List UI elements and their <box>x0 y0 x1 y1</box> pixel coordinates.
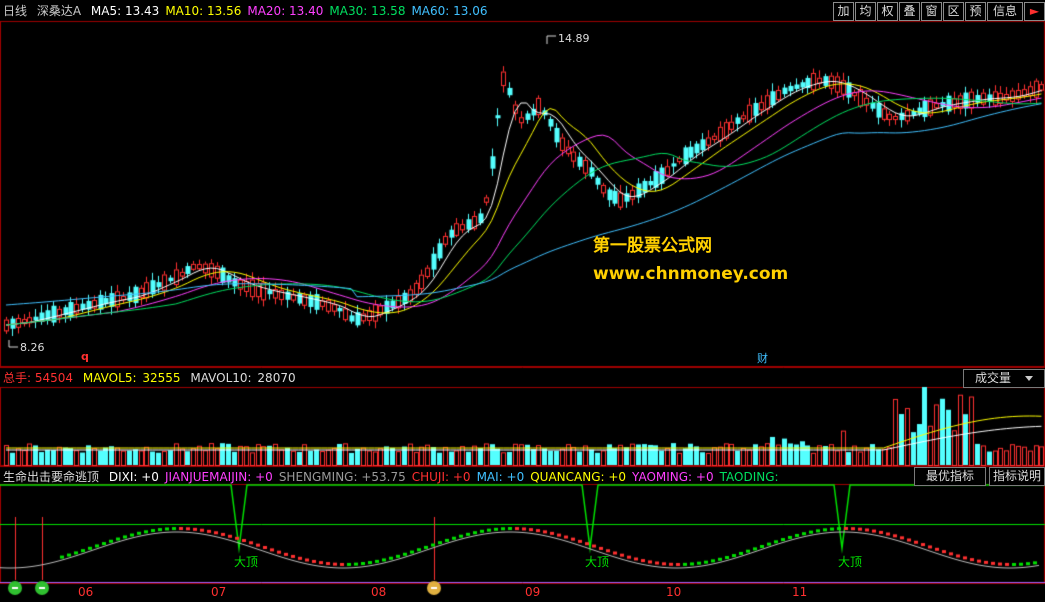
play-arrow-icon[interactable]: ► <box>1024 2 1045 21</box>
toolbar-button[interactable]: 均 <box>855 2 876 21</box>
indicator-param: CHUJI: +0 <box>411 470 471 484</box>
indicator-param: SHENGMING: +53.75 <box>278 470 406 484</box>
indicator-param: QUANCANG: +0 <box>530 470 627 484</box>
best-indicator-button[interactable]: 最优指标 <box>914 467 986 486</box>
chevron-down-icon <box>1025 376 1033 381</box>
indicator-param: DIXI: +0 <box>108 470 159 484</box>
indicator-param: TAODING: <box>719 470 779 484</box>
ma-legend-item: MA5: 13.43 <box>90 4 160 18</box>
toolbar-button[interactable]: 叠 <box>899 2 920 21</box>
mavol5-value: 32555 <box>142 371 181 385</box>
watermark-url: www.chnmoney.com <box>593 264 789 284</box>
toolbar-button[interactable]: 权 <box>877 2 898 21</box>
ma-legend-item: MA20: 13.40 <box>247 4 324 18</box>
q-marker: q <box>81 350 89 363</box>
mavol10-value: 28070 <box>257 371 296 385</box>
x-label-07: 07 <box>211 585 227 599</box>
x-label-08: 08 <box>371 585 387 599</box>
indicator-param: YAOMING: +0 <box>632 470 714 484</box>
ma-legend-item: MA10: 13.56 <box>165 4 242 18</box>
ma-legend: MA5: 13.43 MA10: 13.56 MA20: 13.40 MA30: 13… <box>91 4 494 18</box>
ma-legend-item: MA30: 13.58 <box>329 4 406 18</box>
x-label-11: 11 <box>792 585 808 599</box>
x-label-09: 09 <box>525 585 541 599</box>
ma-legend-item: MA60: 13.06 <box>411 4 488 18</box>
x-label-06: 06 <box>78 585 94 599</box>
indicator-param: JIANJUEMAIJIN: +0 <box>164 470 273 484</box>
stock-name: 深桑达A <box>36 4 82 18</box>
low-price-label: 8.26 <box>20 341 45 354</box>
top-marker-2: 大顶 <box>585 555 610 569</box>
top-marker-1: 大顶 <box>234 555 259 569</box>
indicator-params: DIXI: +0 JIANJUEMAIJIN: +0 SHENGMING: +53.… <box>109 470 785 484</box>
finance-marker[interactable]: 财 <box>757 350 768 366</box>
period-label: 日线 <box>3 4 28 18</box>
stock-chart-canvas[interactable] <box>0 0 1045 602</box>
toolbar-button[interactable]: 窗 <box>921 2 942 21</box>
watermark-title: 第一股票公式网 <box>593 236 712 256</box>
indicator-header: 生命出击要命逃顶 DIXI: +0 JIANJUEMAIJIN: +0 SHENGM… <box>0 467 791 487</box>
volume-header: 总手: 54504 MAVOL5: 32555 MAVOL10: 28070 <box>0 368 302 388</box>
volume-value: 54504 <box>34 371 74 385</box>
mavol10-label: MAVOL10: <box>190 371 252 385</box>
toolbar-button[interactable]: 信息 <box>987 2 1023 21</box>
indicator-name: 生命出击要命逃顶 <box>3 470 100 484</box>
volume-label: 总手: <box>3 371 32 385</box>
high-price-label: 14.89 <box>558 32 590 45</box>
main-chart-header: 日线 深桑达A MA5: 13.43 MA10: 13.56 MA20: 13.40… <box>0 1 500 21</box>
indicator-param: MAI: +0 <box>476 470 525 484</box>
volume-dropdown[interactable]: 成交量 <box>963 369 1045 388</box>
mavol5-label: MAVOL5: <box>82 371 137 385</box>
toolbar-button[interactable]: 区 <box>943 2 964 21</box>
x-label-10: 10 <box>666 585 682 599</box>
indicator-explain-button[interactable]: 指标说明 <box>989 467 1045 486</box>
toolbar-button[interactable]: 预 <box>965 2 986 21</box>
toolbar-button[interactable]: 加 <box>833 2 854 21</box>
chart-toolbar: 加均权叠窗区预信息 ► <box>832 2 1045 21</box>
top-marker-3: 大顶 <box>838 555 863 569</box>
